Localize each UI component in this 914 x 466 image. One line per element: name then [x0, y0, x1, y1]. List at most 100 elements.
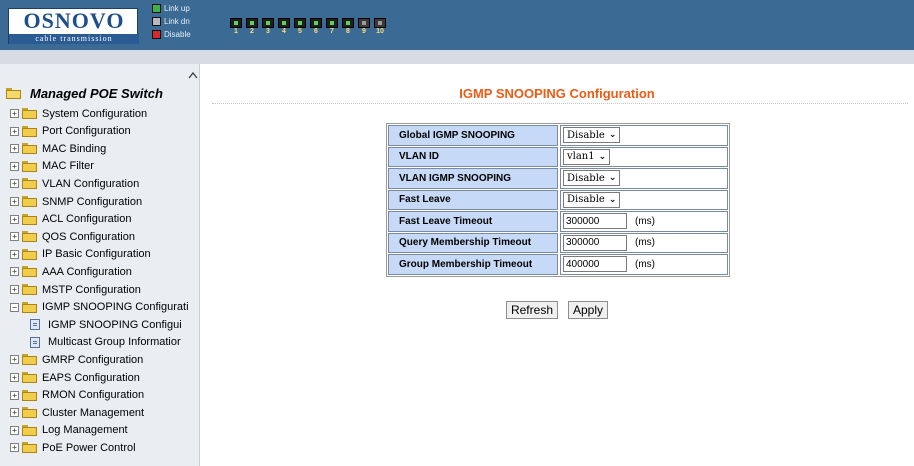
sidebar-item-snmp-configuration[interactable]: + SNMP Configuration: [10, 193, 142, 210]
folder-icon: [22, 389, 37, 401]
sidebar-item-mstp-configuration[interactable]: + MSTP Configuration: [10, 281, 141, 298]
refresh-button[interactable]: Refresh: [505, 301, 558, 319]
expand-icon[interactable]: +: [10, 425, 19, 435]
vlan-id-select[interactable]: vlan1 ⌄: [563, 148, 611, 165]
sidebar-item-qos-configuration[interactable]: + QOS Configuration: [10, 228, 135, 245]
unit-label: (ms): [635, 215, 655, 227]
field-value-cell: vlan1 ⌄: [560, 146, 728, 167]
folder-icon: [22, 424, 37, 436]
expand-icon[interactable]: +: [10, 109, 19, 118]
sidebar-item-port-configuration[interactable]: + Port Configuration: [10, 123, 131, 140]
collapse-icon[interactable]: −: [10, 302, 19, 312]
select-value: Disable: [567, 194, 605, 206]
igmp-config-form: Global IGMP SNOOPING Disable ⌄ VLAN ID vlan1…: [386, 123, 730, 277]
sidebar-item-label: IGMP SNOOPING Configurati: [42, 301, 189, 314]
expand-icon[interactable]: +: [10, 214, 19, 224]
port-number: 1: [234, 28, 238, 35]
sidebar-item-mac-filter[interactable]: + MAC Filter: [10, 158, 94, 175]
sidebar: Managed POE Switch + System Configuration…: [0, 64, 200, 466]
sidebar-item-label: System Configuration: [42, 107, 148, 120]
sidebar-item-ip-basic-configuration[interactable]: + IP Basic Configuration: [10, 246, 151, 263]
vlan-igmp-snooping-select[interactable]: Disable ⌄: [563, 170, 621, 187]
expand-icon[interactable]: +: [10, 267, 19, 277]
link-down-swatch-icon: [152, 17, 161, 26]
folder-icon: [22, 125, 37, 137]
global-igmp-snooping-select[interactable]: Disable ⌄: [563, 127, 621, 144]
fast-leave-timeout-input[interactable]: 300000: [563, 213, 627, 230]
fast-leave-select[interactable]: Disable ⌄: [563, 191, 621, 208]
sidebar-item-poe-power-control[interactable]: + PoE Power Control: [10, 439, 136, 456]
expand-icon[interactable]: +: [10, 197, 19, 206]
sidebar-item-aaa-configuration[interactable]: + AAA Configuration: [10, 263, 132, 280]
sidebar-item-label: VLAN Configuration: [42, 177, 140, 190]
form-buttons: Refresh Apply: [200, 301, 914, 319]
expand-icon[interactable]: +: [10, 408, 19, 418]
ethernet-port-icon: [246, 18, 258, 28]
port-7[interactable]: 7: [326, 18, 338, 36]
form-row: VLAN ID vlan1 ⌄: [388, 146, 728, 167]
port-5[interactable]: 5: [294, 18, 306, 36]
field-value-cell: Disable ⌄: [560, 168, 728, 189]
tree-root-label: Managed POE Switch: [30, 86, 163, 101]
query-membership-timeout-input[interactable]: 300000: [563, 234, 627, 251]
title-divider: [212, 103, 908, 104]
port-3[interactable]: 3: [262, 18, 274, 36]
expand-icon[interactable]: +: [10, 355, 19, 365]
port-10[interactable]: 10: [374, 18, 386, 36]
expand-icon[interactable]: +: [10, 285, 19, 294]
open-folder-icon: [22, 301, 37, 313]
sidebar-item-label: MAC Binding: [42, 142, 107, 155]
sidebar-item-system-configuration[interactable]: + System Configuration: [10, 105, 147, 122]
open-folder-icon: [6, 88, 21, 99]
sidebar-subitem-igmp-snooping-config[interactable]: IGMP SNOOPING Configui: [30, 316, 182, 333]
sidebar-item-vlan-configuration[interactable]: + VLAN Configuration: [10, 175, 139, 192]
folder-icon: [22, 231, 37, 243]
sidebar-subitem-multicast-group-info[interactable]: Multicast Group Informatior: [30, 334, 181, 351]
ethernet-port-icon: [310, 18, 322, 28]
sidebar-item-cluster-management[interactable]: + Cluster Management: [10, 404, 144, 421]
expand-icon[interactable]: +: [10, 249, 19, 259]
sidebar-item-rmon-configuration[interactable]: + RMON Configuration: [10, 387, 144, 404]
page-title: IGMP SNOOPING Configuration: [459, 86, 655, 101]
sidebar-item-log-management[interactable]: + Log Management: [10, 422, 128, 439]
sidebar-item-gmrp-configuration[interactable]: + GMRP Configuration: [10, 351, 143, 368]
expand-icon[interactable]: +: [10, 126, 19, 136]
expand-icon[interactable]: +: [10, 179, 19, 189]
sidebar-item-label: MAC Filter: [42, 160, 94, 173]
form-row: Group Membership Timeout 400000 (ms): [388, 254, 728, 275]
port-6[interactable]: 6: [310, 18, 322, 36]
field-label: Fast Leave Timeout: [388, 211, 558, 232]
expand-icon[interactable]: +: [10, 373, 19, 382]
sidebar-item-label: RMON Configuration: [42, 389, 145, 402]
scroll-up-icon[interactable]: [188, 68, 198, 84]
form-row: Fast Leave Disable ⌄: [388, 189, 728, 210]
expand-icon[interactable]: +: [10, 144, 19, 154]
tree-root[interactable]: Managed POE Switch: [6, 86, 163, 101]
select-value: Disable: [567, 172, 605, 184]
group-membership-timeout-input[interactable]: 400000: [563, 256, 627, 273]
legend-link-up: Link up: [152, 2, 191, 15]
expand-icon[interactable]: +: [10, 232, 19, 242]
expand-icon[interactable]: +: [10, 161, 19, 171]
port-8[interactable]: 8: [342, 18, 354, 36]
port-1[interactable]: 1: [230, 18, 242, 36]
port-number: 5: [298, 28, 302, 35]
sidebar-item-igmp-snooping-configurati[interactable]: − IGMP SNOOPING Configurati: [10, 299, 189, 316]
folder-icon: [22, 407, 37, 419]
sidebar-item-eaps-configuration[interactable]: + EAPS Configuration: [10, 369, 140, 386]
expand-icon[interactable]: +: [10, 443, 19, 453]
legend-link-down: Link dn: [152, 15, 191, 28]
port-2[interactable]: 2: [246, 18, 258, 36]
apply-button[interactable]: Apply: [568, 301, 609, 319]
sidebar-item-label: Log Management: [42, 424, 128, 437]
port-4[interactable]: 4: [278, 18, 290, 36]
sidebar-item-acl-configuration[interactable]: + ACL Configuration: [10, 211, 131, 228]
field-value-cell: 400000 (ms): [560, 254, 728, 275]
port-9[interactable]: 9: [358, 18, 370, 36]
expand-icon[interactable]: +: [10, 390, 19, 400]
ethernet-port-icon: [294, 18, 306, 28]
folder-icon: [22, 160, 37, 172]
port-number: 2: [250, 28, 254, 35]
port-number: 4: [282, 28, 286, 35]
sidebar-item-mac-binding[interactable]: + MAC Binding: [10, 140, 106, 157]
